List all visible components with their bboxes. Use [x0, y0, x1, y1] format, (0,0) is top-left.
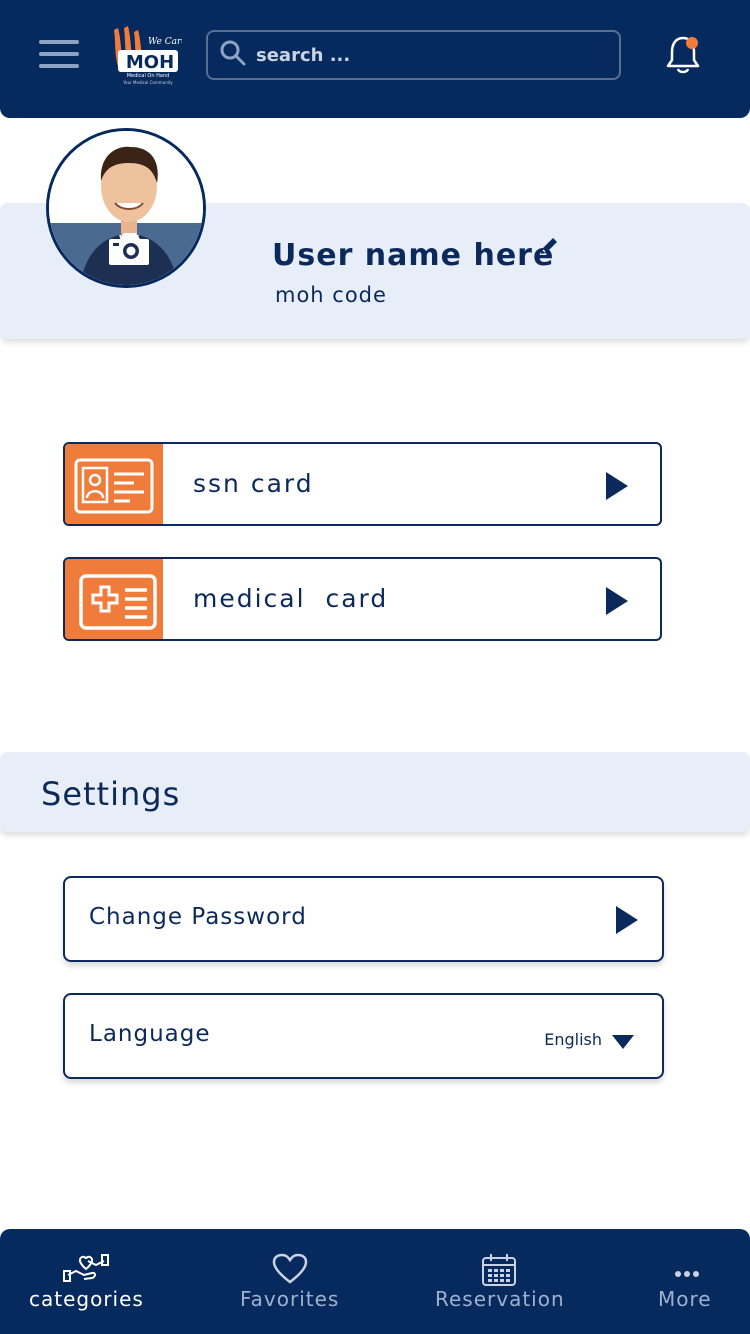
notification-bell-icon[interactable]	[663, 34, 703, 76]
nav-favorites-label: Favorites	[240, 1287, 340, 1311]
play-arrow-icon	[616, 906, 638, 934]
ssn-card-row[interactable]: ssn card	[63, 442, 662, 526]
top-header: We Care MOH Medical On Hand Your Medical…	[0, 0, 750, 118]
nav-reservation[interactable]: Reservation	[420, 1229, 580, 1334]
change-password-label: Change Password	[89, 904, 307, 930]
nav-reservation-label: Reservation	[435, 1287, 565, 1311]
nav-more-label: More	[658, 1287, 712, 1311]
play-arrow-icon	[606, 472, 628, 500]
medical-card-icon	[79, 574, 157, 634]
edit-pencil-icon[interactable]	[538, 235, 560, 257]
svg-text:Your Medical Community: Your Medical Community	[122, 80, 173, 85]
ssn-card-icon-box	[65, 444, 163, 524]
camera-icon[interactable]	[107, 231, 151, 271]
nav-more[interactable]: More	[640, 1229, 730, 1334]
nav-categories[interactable]: categories	[0, 1229, 165, 1334]
svg-text:Medical On Hand: Medical On Hand	[127, 73, 170, 79]
svg-text:We Care: We Care	[148, 37, 182, 47]
play-arrow-icon	[606, 587, 628, 615]
search-input[interactable]	[256, 44, 576, 66]
language-row[interactable]: Language English	[63, 993, 664, 1079]
nav-categories-label: categories	[29, 1287, 144, 1311]
bottom-nav: categories Favorites Reservation More	[0, 1229, 750, 1334]
id-card-icon	[74, 458, 154, 518]
change-password-row[interactable]: Change Password	[63, 876, 664, 962]
moh-code: moh code	[275, 283, 387, 307]
medical-card-row[interactable]: medical card	[63, 557, 662, 641]
hamburger-menu-button[interactable]	[39, 40, 79, 70]
search-icon	[220, 40, 246, 70]
svg-text:MOH: MOH	[126, 52, 174, 73]
language-label: Language	[89, 1021, 211, 1047]
language-value[interactable]: English	[544, 1030, 602, 1049]
medical-card-icon-box	[65, 559, 163, 639]
settings-title: Settings	[41, 775, 181, 813]
profile-avatar[interactable]	[46, 128, 206, 288]
nav-favorites[interactable]: Favorites	[220, 1229, 360, 1334]
chevron-down-icon[interactable]	[612, 1035, 634, 1049]
moh-logo: We Care MOH Medical On Hand Your Medical…	[110, 22, 187, 86]
ssn-card-label: ssn card	[193, 469, 314, 498]
medical-card-label: medical card	[193, 584, 389, 613]
user-name: User name here	[272, 238, 555, 273]
search-box[interactable]	[206, 30, 621, 80]
